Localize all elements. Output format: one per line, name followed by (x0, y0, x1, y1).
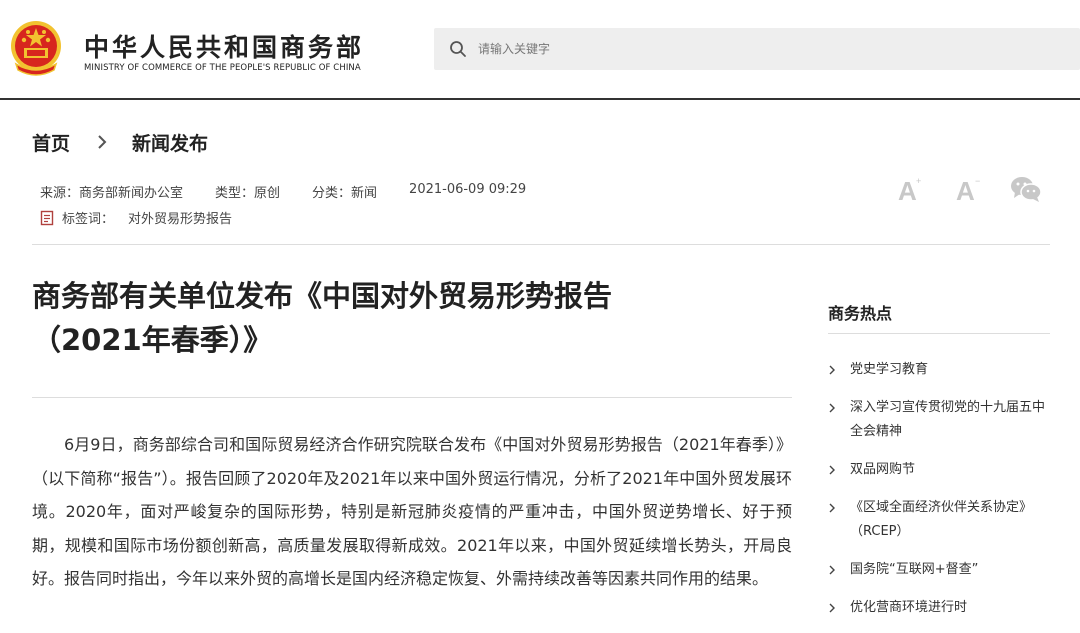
chevron-right-icon (829, 403, 835, 413)
svg-text:+: + (916, 176, 921, 186)
hot-topic-label: 双品网购节 (850, 462, 916, 477)
divider (32, 244, 1050, 245)
sidebar-title: 商务热点 (828, 300, 1050, 334)
hot-topic-label: 《区域全面经济伙伴关系协定》（RCEP） (850, 500, 1033, 539)
breadcrumb-current[interactable]: 新闻发布 (132, 129, 208, 156)
chevron-right-icon (98, 135, 107, 149)
tag-link[interactable]: 对外贸易形势报告 (128, 208, 232, 227)
wechat-icon[interactable] (1010, 174, 1042, 204)
article-title-line1: 商务部有关单位发布《中国对外贸易形势报告 (32, 279, 613, 313)
meta-type: 类型：原创 (215, 186, 281, 201)
hot-topic-item[interactable]: 党史学习教育 (828, 358, 1050, 382)
hot-topic-label: 国务院“互联网+督查” (850, 562, 979, 577)
divider (32, 397, 792, 398)
site-header: 中华人民共和国商务部 MINISTRY OF COMMERCE OF THE P… (0, 0, 1080, 100)
chevron-right-icon (829, 565, 835, 575)
svg-text:A: A (956, 176, 975, 204)
hot-topics-list: 党史学习教育 深入学习宣传贯彻党的十九届五中全会精神 双品网购节 《区域全面经济… (828, 358, 1050, 620)
site-title[interactable]: 中华人民共和国商务部 (84, 28, 364, 64)
article-title-line2: （2021年春季）》 (32, 323, 273, 357)
chevron-right-icon (829, 503, 835, 513)
article-meta: 来源：商务部新闻办公室 类型：原创 分类：新闻 2021-06-09 09:29 (40, 182, 558, 201)
hot-topic-label: 党史学习教育 (850, 362, 929, 377)
svg-text:A: A (898, 176, 917, 204)
breadcrumb-home[interactable]: 首页 (32, 129, 70, 156)
hot-topic-item[interactable]: 优化营商环境进行时 (828, 596, 1050, 620)
article-title: 商务部有关单位发布《中国对外贸易形势报告 （2021年春季）》 (32, 274, 752, 362)
hot-topics-sidebar: 商务热点 党史学习教育 深入学习宣传贯彻党的十九届五中全会精神 双品网购节 《区… (828, 300, 1050, 633)
search-input[interactable] (478, 28, 1068, 70)
search-bar[interactable] (434, 28, 1080, 70)
hot-topic-label: 优化营商环境进行时 (850, 600, 968, 615)
chevron-right-icon (829, 465, 835, 475)
hot-topic-item[interactable]: 《区域全面经济伙伴关系协定》（RCEP） (828, 496, 1050, 544)
chevron-right-icon (829, 365, 835, 375)
svg-text:−: − (975, 176, 980, 186)
meta-datetime: 2021-06-09 09:29 (409, 182, 527, 197)
article-body: 6月9日，商务部综合司和国际贸易经济合作研究院联合发布《中国对外贸易形势报告（2… (32, 435, 792, 588)
font-decrease-icon[interactable]: A − (954, 174, 982, 204)
hot-topic-item[interactable]: 国务院“互联网+督查” (828, 558, 1050, 582)
breadcrumb: 首页 新闻发布 (32, 128, 208, 156)
site-subtitle: MINISTRY OF COMMERCE OF THE PEOPLE'S REP… (84, 63, 361, 73)
meta-category: 分类：新闻 (312, 186, 378, 201)
tag-label: 标签词： (62, 212, 115, 227)
hot-topic-item[interactable]: 深入学习宣传贯彻党的十九届五中全会精神 (828, 396, 1050, 444)
national-emblem-icon[interactable] (8, 18, 64, 82)
hot-topic-item[interactable]: 双品网购节 (828, 458, 1050, 482)
hot-topic-label: 深入学习宣传贯彻党的十九届五中全会精神 (850, 400, 1046, 439)
chevron-right-icon (829, 603, 835, 613)
article-tags: 标签词： 对外贸易形势报告 (40, 208, 232, 227)
meta-source: 来源：商务部新闻办公室 (40, 186, 184, 201)
tag-icon (40, 210, 54, 225)
font-increase-icon[interactable]: A + (896, 174, 924, 204)
search-icon[interactable] (448, 39, 468, 59)
